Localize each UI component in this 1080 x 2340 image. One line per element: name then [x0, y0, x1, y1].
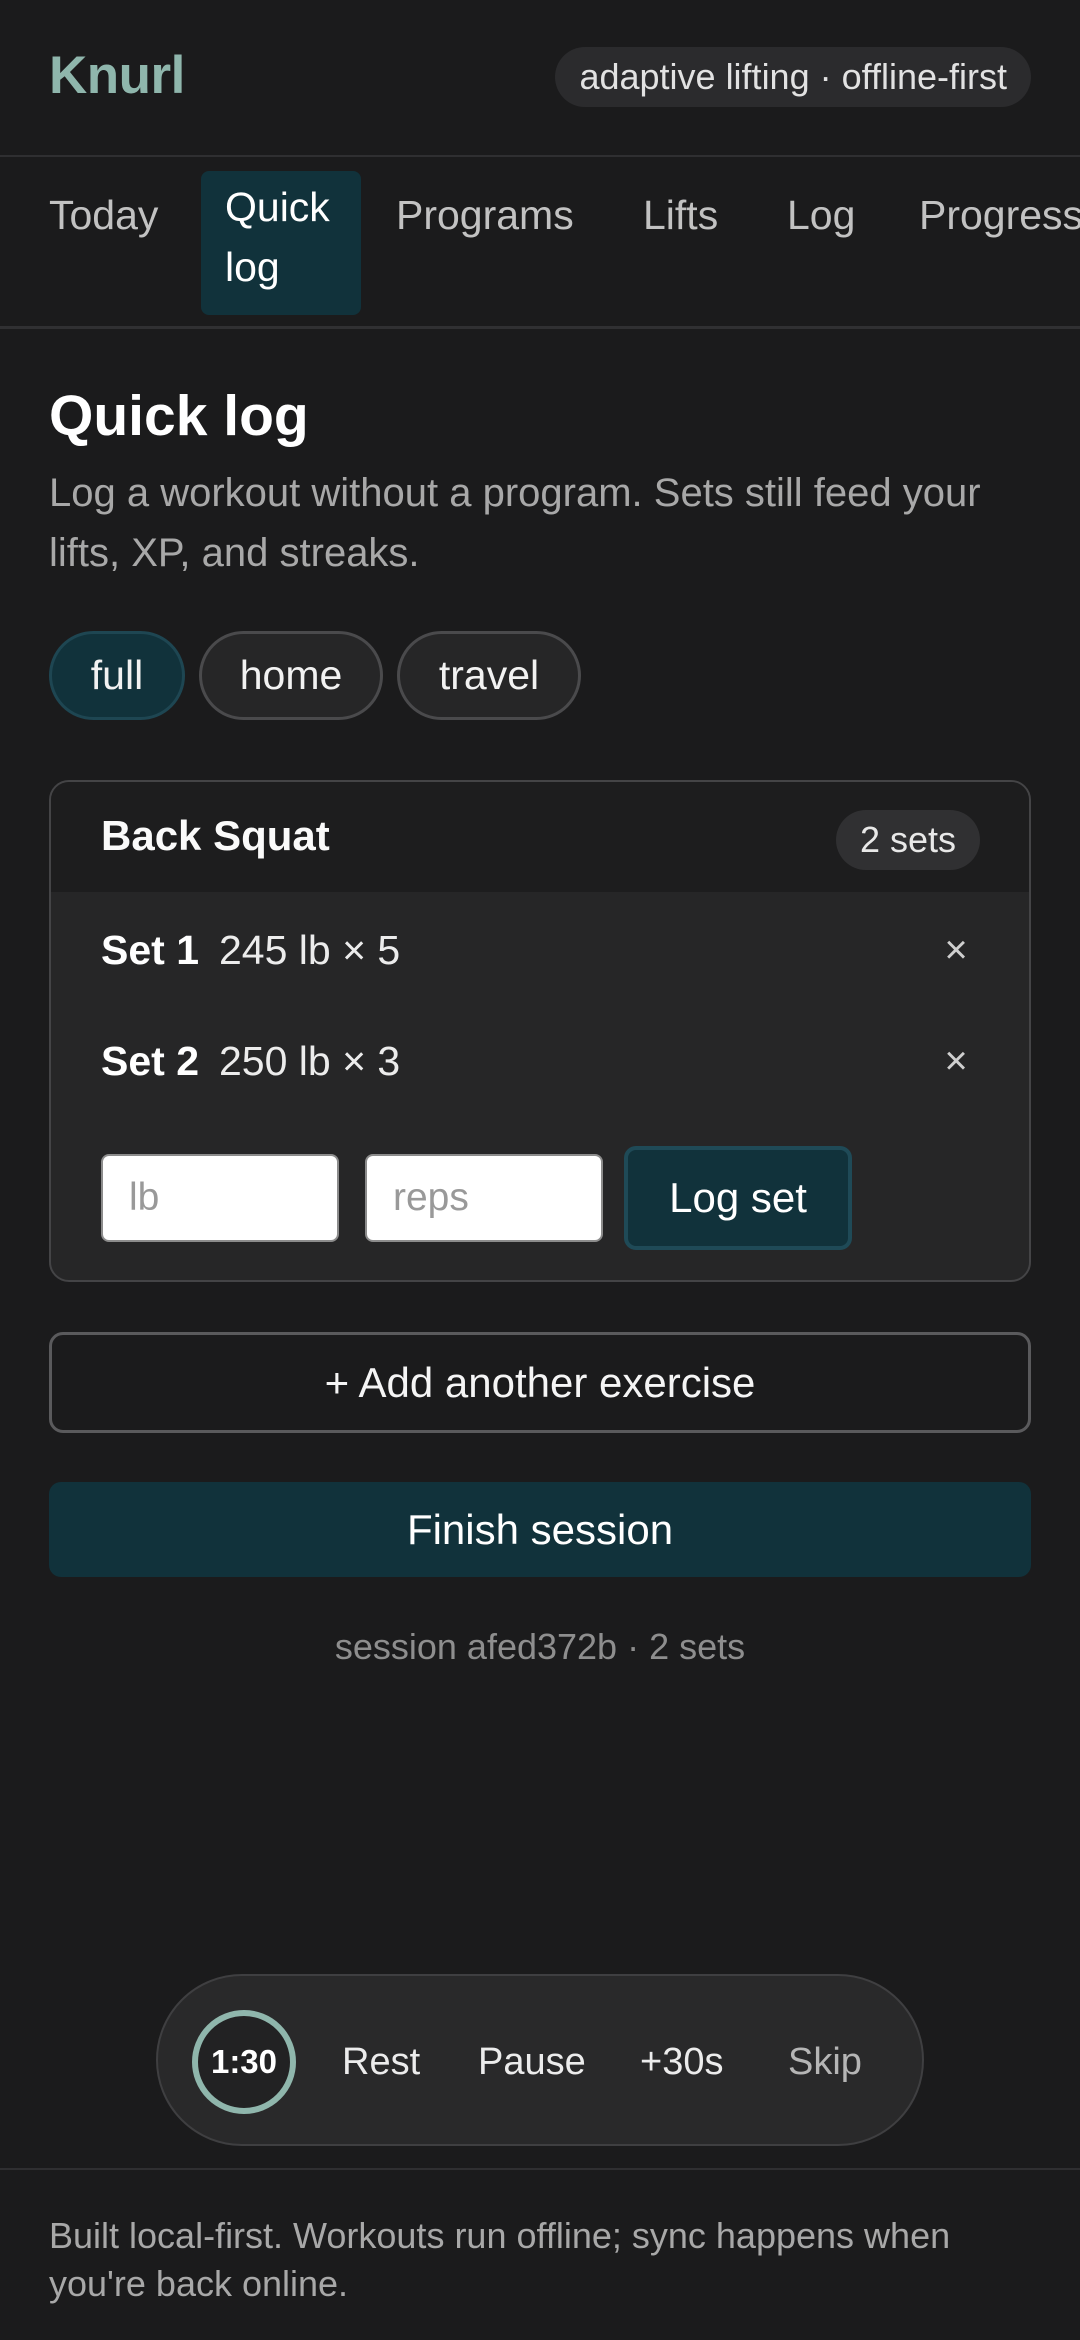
exercise-card: Back Squat 2 sets Set 1 245 lb × 5 × Set … — [49, 780, 1031, 1282]
sets-count-badge: 2 sets — [835, 810, 980, 870]
skip-button[interactable]: Skip — [788, 2032, 862, 2092]
chip-travel[interactable]: travel — [397, 631, 581, 720]
rest-timer-bar: 1:30 Rest Pause +30s Skip — [156, 1974, 924, 2146]
timer-ring[interactable]: 1:30 — [192, 2010, 296, 2114]
brand-logo[interactable]: Knurl — [49, 45, 185, 106]
page-title: Quick log — [49, 384, 309, 448]
chip-full[interactable]: full — [49, 631, 185, 720]
pause-button[interactable]: Pause — [478, 2032, 586, 2092]
page-subtitle: Log a workout without a program. Sets st… — [49, 471, 981, 575]
set-value: 245 lb × 5 — [219, 927, 401, 973]
weight-input[interactable]: lb — [101, 1154, 339, 1242]
footer-text: Built local-first. Workouts run offline;… — [49, 2215, 951, 2304]
tab-log[interactable]: Log — [787, 171, 855, 259]
finish-session-button[interactable]: Finish session — [49, 1482, 1031, 1577]
add-exercise-button[interactable]: + Add another exercise — [49, 1332, 1031, 1433]
tagline-badge: adaptive lifting · offline-first — [555, 47, 1031, 107]
tab-lifts[interactable]: Lifts — [643, 171, 718, 259]
remove-set-icon[interactable]: × — [931, 920, 981, 980]
set-label: Set 1 — [101, 927, 199, 973]
remove-set-icon[interactable]: × — [931, 1031, 981, 1091]
set-row: Set 2 250 lb × 3 × — [101, 1031, 981, 1091]
exercise-card-header: Back Squat 2 sets — [51, 782, 1029, 892]
add-30s-button[interactable]: +30s — [640, 2032, 723, 2092]
rest-label: Rest — [342, 2041, 421, 2083]
session-meta: session afed372b · 2 sets — [334, 1626, 746, 1667]
tab-progress[interactable]: Progress — [919, 171, 1080, 259]
footer: Built local-first. Workouts run offline;… — [0, 2168, 1080, 2340]
tab-programs[interactable]: Programs — [396, 171, 574, 259]
set-value: 250 lb × 3 — [219, 1038, 401, 1084]
main-nav: Today Quick log Programs Lifts Log Progr… — [0, 157, 1080, 329]
chip-home[interactable]: home — [199, 631, 383, 720]
reps-input[interactable]: reps — [365, 1154, 603, 1242]
tab-quick-log[interactable]: Quick log — [201, 171, 361, 315]
app-header: Knurl adaptive lifting · offline-first — [0, 0, 1080, 157]
log-set-button[interactable]: Log set — [624, 1146, 852, 1250]
set-row: Set 1 245 lb × 5 × — [101, 920, 981, 980]
tab-today[interactable]: Today — [49, 171, 158, 259]
set-label: Set 2 — [101, 1038, 199, 1084]
exercise-name: Back Squat — [101, 812, 330, 859]
